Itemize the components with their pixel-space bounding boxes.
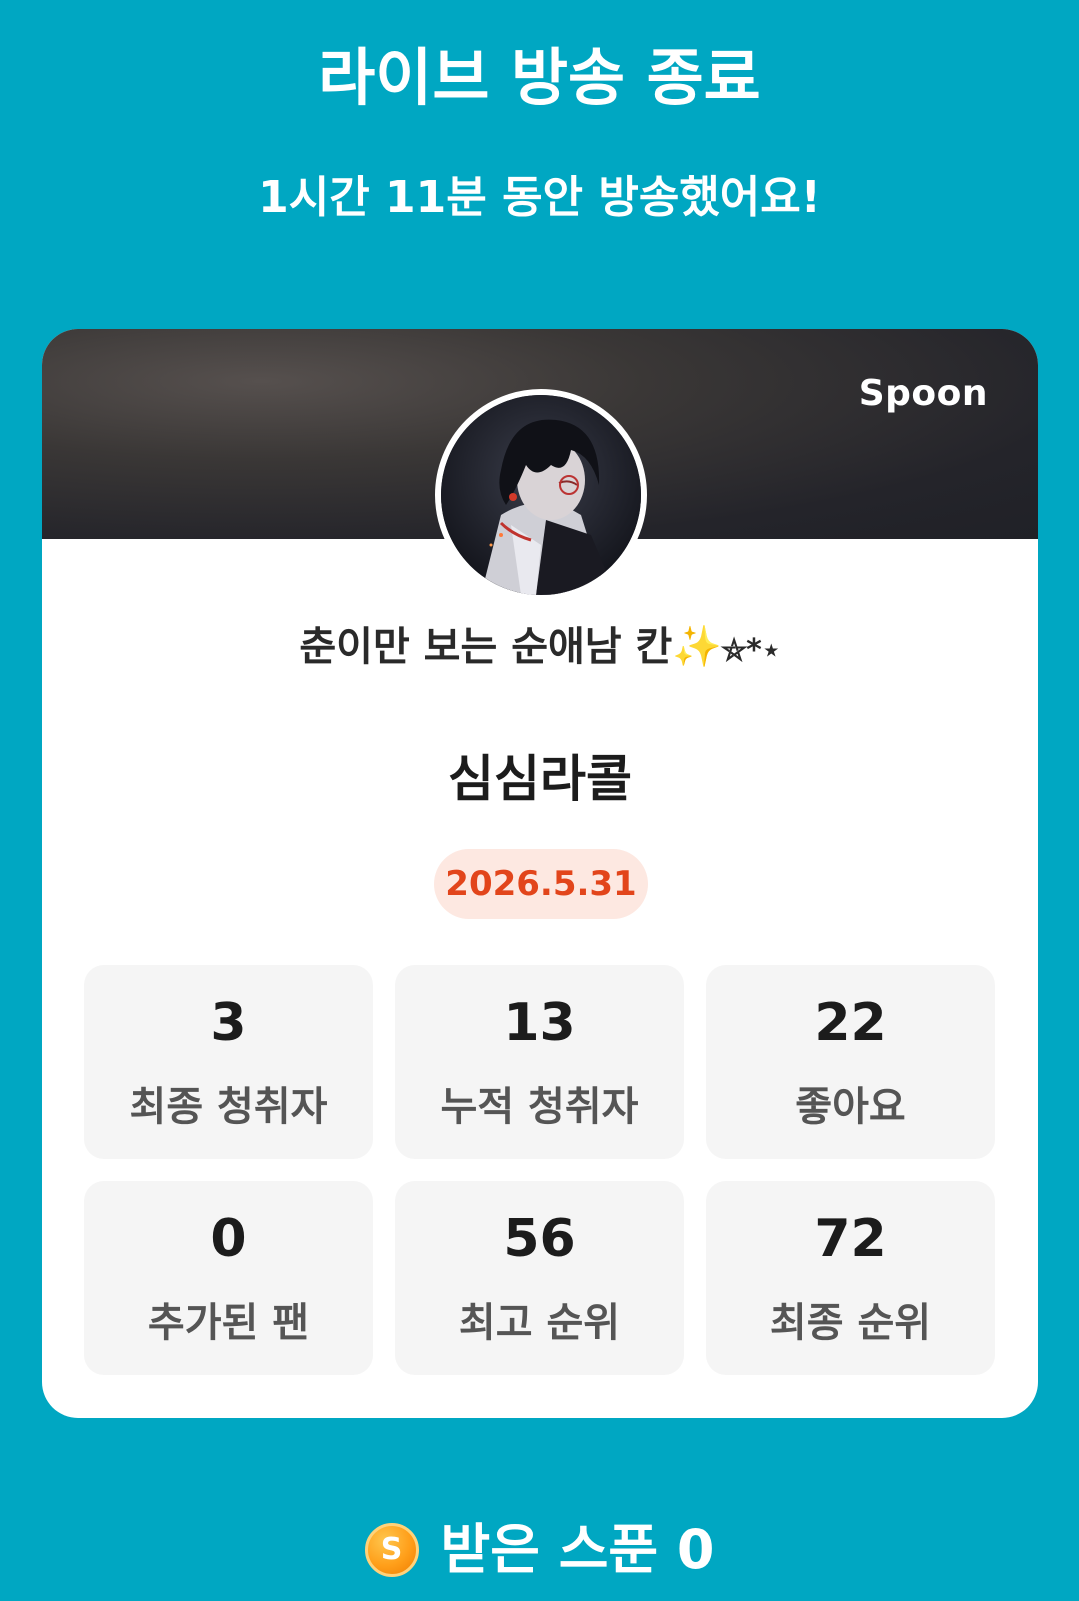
stat-value: 0 (210, 1209, 247, 1269)
stat-value: 56 (503, 1209, 576, 1269)
room-title-text: 춘이만 보는 순애남 칸 (299, 624, 673, 670)
stat-likes: 22 좋아요 (706, 965, 995, 1159)
page-title: 라이브 방송 종료 (318, 41, 761, 114)
spoon-logo: Spoon (858, 373, 988, 414)
stat-best-rank: 56 최고 순위 (395, 1181, 684, 1375)
stat-value: 22 (814, 993, 887, 1053)
broadcast-date-badge: 2026.5.31 (434, 849, 648, 919)
host-name: 심심라콜 (448, 750, 632, 808)
stat-label: 추가된 팬 (147, 1300, 310, 1346)
avatar-image (441, 395, 641, 595)
stat-value: 3 (210, 993, 247, 1053)
stat-total-listeners: 13 누적 청취자 (395, 965, 684, 1159)
stat-value: 13 (503, 993, 576, 1053)
stat-new-fans: 0 추가된 팬 (84, 1181, 373, 1375)
room-title-decoration: ⛥*⋆ (722, 633, 781, 668)
host-avatar[interactable] (435, 389, 647, 601)
stat-label: 누적 청취자 (440, 1084, 639, 1130)
stat-value: 72 (814, 1209, 887, 1269)
spoon-coin-icon: S (364, 1523, 419, 1577)
stat-final-rank: 72 최종 순위 (706, 1181, 995, 1375)
broadcast-summary-card: Spoon 춘이만 보는 순애남 칸✨⛥*⋆ 심심라콜 2026.5.31 3 … (42, 329, 1038, 1418)
stat-label: 좋아요 (795, 1084, 906, 1130)
sparkles-icon: ✨ (672, 624, 723, 670)
stats-grid: 3 최종 청취자 13 누적 청취자 22 좋아요 0 추가된 팬 56 최고 … (84, 965, 996, 1375)
stat-label: 최고 순위 (458, 1300, 621, 1346)
received-spoons-label: 받은 스푼 0 (440, 1518, 715, 1581)
stat-label: 최종 순위 (769, 1300, 932, 1346)
stat-label: 최종 청취자 (129, 1084, 328, 1130)
received-spoons: S 받은 스푼 0 (0, 1510, 1079, 1590)
broadcast-duration: 1시간 11분 동안 방송했어요! (258, 172, 821, 223)
room-title: 춘이만 보는 순애남 칸✨⛥*⋆ (42, 619, 1038, 679)
stat-final-listeners: 3 최종 청취자 (84, 965, 373, 1159)
